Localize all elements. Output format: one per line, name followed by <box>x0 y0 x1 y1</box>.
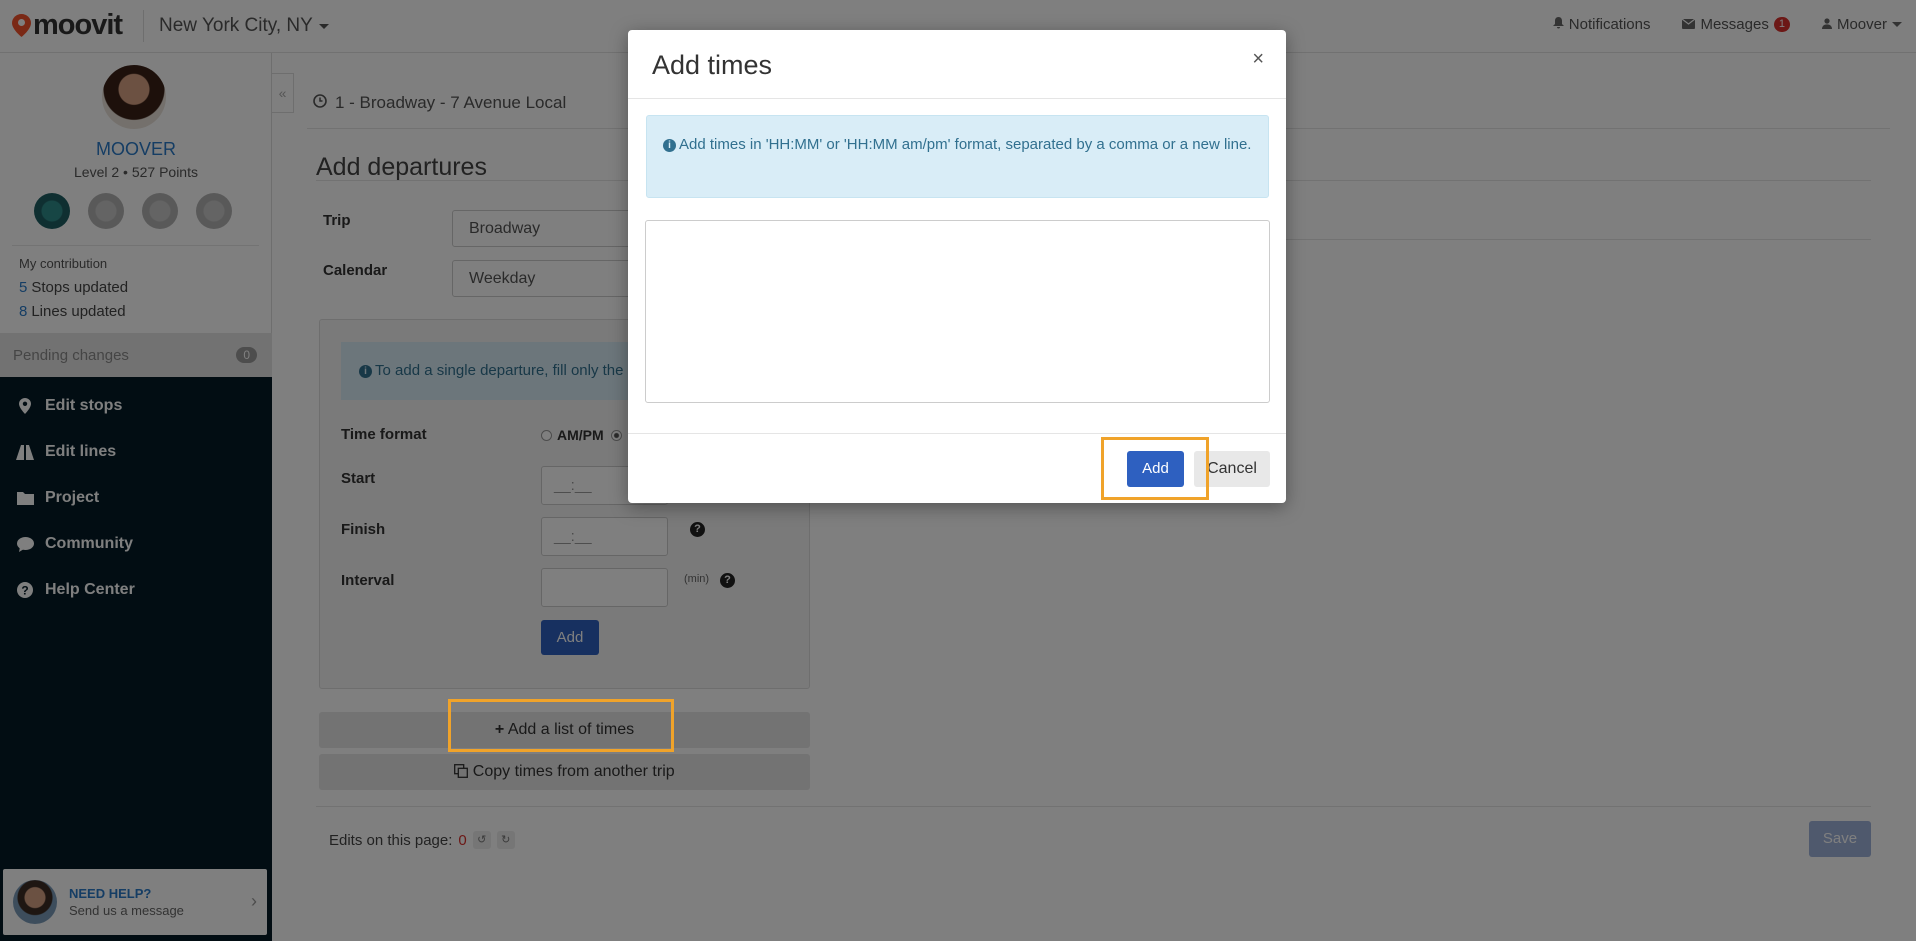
divider <box>628 433 1286 434</box>
info-icon: i <box>663 139 676 152</box>
modal-title: Add times <box>652 50 773 80</box>
times-textarea[interactable] <box>645 220 1270 403</box>
close-icon[interactable]: × <box>1252 48 1264 71</box>
modal-info-text: Add times in 'HH:MM' or 'HH:MM am/pm' fo… <box>679 136 1252 153</box>
modal-info-alert: i Add times in 'HH:MM' or 'HH:MM am/pm' f… <box>646 115 1269 198</box>
highlight-frame <box>1101 437 1209 500</box>
highlight-frame <box>448 699 674 752</box>
divider <box>628 98 1286 99</box>
add-times-modal: Add times × i Add times in 'HH:MM' or 'HH… <box>628 30 1286 503</box>
